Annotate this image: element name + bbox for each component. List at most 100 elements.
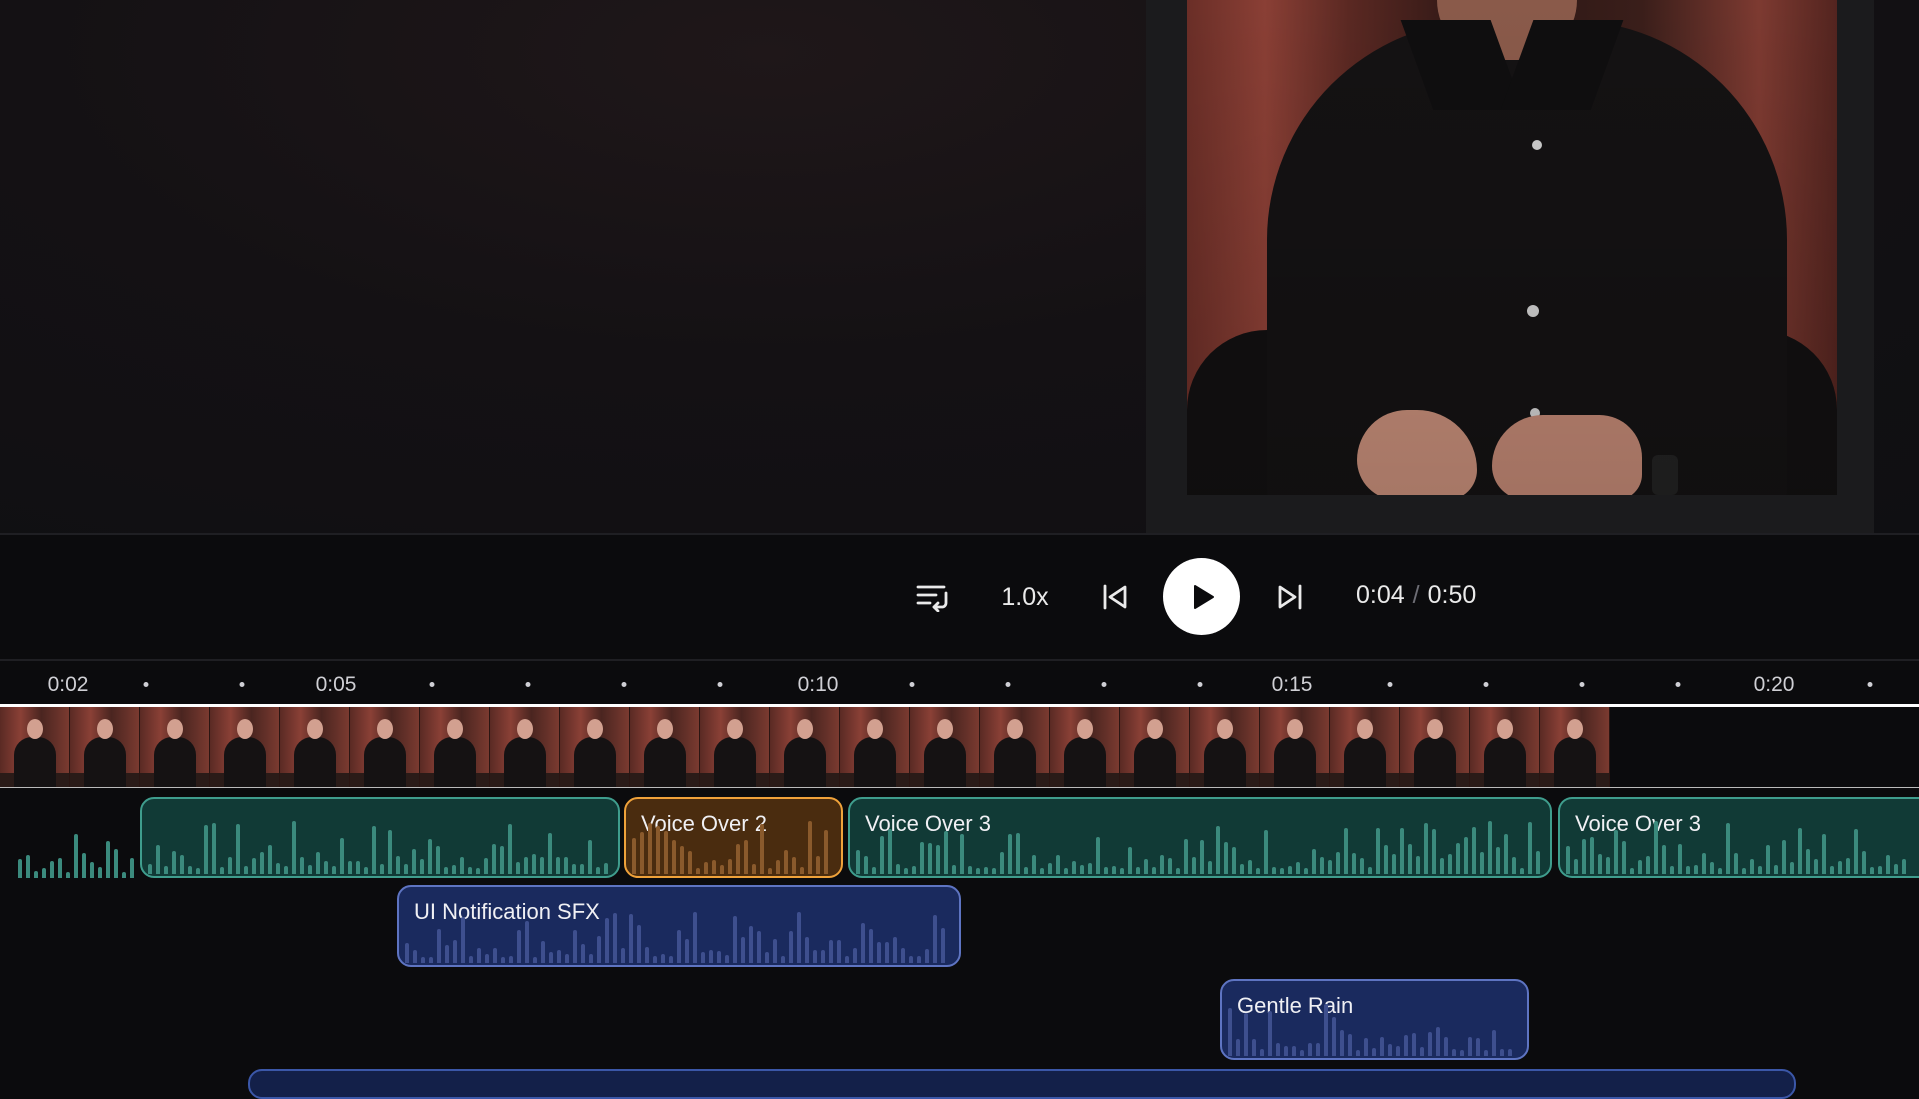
waveform-bar: [356, 861, 360, 874]
waveform-bar: [477, 948, 481, 963]
waveform-bar: [1488, 821, 1492, 874]
waveform-bar: [308, 865, 312, 874]
video-preview[interactable]: [1146, 0, 1874, 533]
skip-previous-button[interactable]: [1090, 577, 1140, 617]
video-thumbnail: [140, 707, 210, 787]
waveform-bar: [1726, 823, 1730, 874]
waveform-bar: [1232, 847, 1236, 874]
waveform-bar: [252, 858, 256, 874]
playlist-button[interactable]: [908, 577, 958, 617]
waveform-bar: [364, 867, 368, 874]
waveform-bar: [1372, 1048, 1376, 1056]
waveform-bar: [1176, 868, 1180, 874]
waveform-bar: [58, 858, 62, 878]
waveform-bar: [864, 856, 868, 874]
waveform-bar: [549, 952, 553, 963]
waveform-bar: [1048, 863, 1052, 874]
waveform-bar: [896, 864, 900, 874]
waveform-bar: [1356, 1050, 1360, 1056]
timeline-ruler[interactable]: 0:02 0:05 0:10 0:15 0:20: [0, 661, 1919, 703]
waveform: [632, 818, 835, 874]
waveform-bar: [1216, 826, 1220, 874]
audio-clip-gentle-rain[interactable]: Gentle Rain: [1220, 979, 1529, 1060]
play-button[interactable]: [1163, 558, 1240, 635]
waveform-bar: [605, 918, 609, 963]
waveform-bar: [1240, 864, 1244, 874]
waveform-bar: [1088, 863, 1092, 874]
waveform-bar: [533, 957, 537, 963]
ruler-dot: [717, 682, 723, 687]
waveform-bar: [524, 857, 528, 874]
waveform-bar: [800, 867, 804, 874]
audio-clip-voice-over-3[interactable]: Voice Over 3: [848, 797, 1552, 878]
waveform-bar: [98, 867, 102, 878]
waveform-bar: [588, 840, 592, 874]
waveform-bar: [340, 838, 344, 874]
waveform-bar: [196, 868, 200, 874]
waveform-bar: [992, 868, 996, 874]
waveform-bar: [1260, 1049, 1264, 1056]
waveform-bar: [1598, 854, 1602, 874]
waveform-bar: [452, 865, 456, 874]
audio-waveform-segment[interactable]: [18, 810, 140, 880]
audio-clip-voice-over-2[interactable]: Voice Over 2: [624, 797, 843, 878]
waveform-bar: [517, 930, 521, 963]
waveform-bar: [404, 864, 408, 874]
video-thumbnail: [1050, 707, 1120, 787]
waveform-bar: [1184, 839, 1188, 874]
waveform-bar: [1854, 829, 1858, 874]
waveform-bar: [1024, 867, 1028, 874]
video-thumbnail: [560, 707, 630, 787]
waveform-bar: [613, 913, 617, 963]
waveform-bar: [589, 954, 593, 963]
waveform-bar: [1456, 843, 1460, 874]
waveform-bar: [936, 845, 940, 874]
waveform-bar: [493, 948, 497, 963]
waveform-bar: [453, 940, 457, 963]
waveform-bar: [1096, 837, 1100, 874]
playlist-icon: [916, 585, 948, 612]
waveform-bar: [405, 943, 409, 963]
waveform-bar: [220, 867, 224, 874]
waveform-bar: [1536, 851, 1540, 874]
playback-speed-button[interactable]: 1.0x: [990, 577, 1060, 617]
video-track[interactable]: [0, 704, 1919, 788]
audio-clip-music[interactable]: [248, 1069, 1796, 1099]
waveform-bar: [1710, 862, 1714, 874]
waveform-bar: [1192, 857, 1196, 874]
waveform-bar: [1630, 868, 1634, 874]
waveform-bar: [781, 956, 785, 963]
waveform-bar: [1846, 858, 1850, 874]
waveform-bar: [500, 846, 504, 874]
waveform-bar: [508, 824, 512, 874]
waveform-bar: [468, 867, 472, 874]
waveform-bar: [66, 872, 70, 878]
video-thumbnail: [1540, 707, 1610, 787]
waveform-bar: [877, 942, 881, 963]
waveform-bar: [461, 917, 465, 963]
waveform-bar: [669, 956, 673, 963]
waveform-bar: [1236, 1039, 1240, 1056]
waveform-bar: [1280, 868, 1284, 874]
time-display: 0:04/0:50: [1356, 581, 1476, 610]
waveform-bar: [960, 834, 964, 874]
waveform-bar: [789, 931, 793, 963]
audio-clip-ui-notification-sfx[interactable]: UI Notification SFX: [397, 885, 961, 967]
waveform-bar: [728, 859, 732, 874]
waveform-bar: [912, 866, 916, 874]
current-time: 0:04: [1356, 581, 1405, 609]
audio-clip-voice-over-3[interactable]: Voice Over 3: [1558, 797, 1919, 878]
waveform-bar: [776, 860, 780, 874]
waveform-bar: [130, 858, 134, 878]
waveform-bar: [1244, 1013, 1248, 1056]
waveform-bar: [1252, 1039, 1256, 1056]
ruler-dot: [1197, 682, 1203, 687]
waveform-bar: [653, 956, 657, 963]
waveform: [1566, 818, 1913, 874]
waveform-bar: [1032, 855, 1036, 874]
waveform-bar: [476, 868, 480, 874]
audio-clip[interactable]: [140, 797, 620, 878]
waveform-bar: [1324, 1004, 1328, 1056]
waveform-bar: [941, 928, 945, 963]
skip-next-button[interactable]: [1265, 577, 1315, 617]
